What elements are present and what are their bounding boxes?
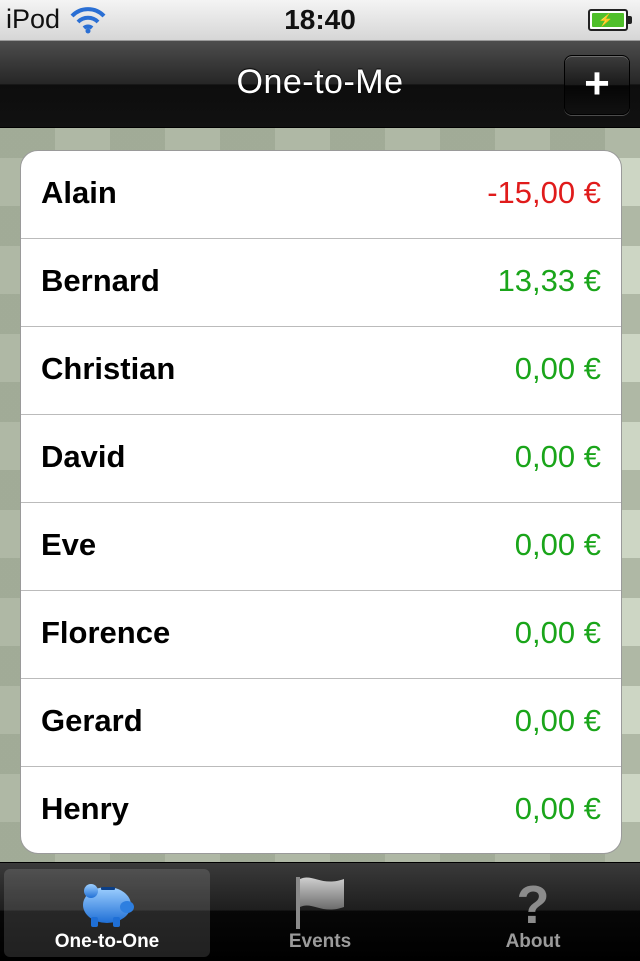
person-balance: 0,00 € xyxy=(514,351,601,386)
person-row[interactable]: Eve 0,00 € xyxy=(21,503,621,591)
add-button[interactable]: + xyxy=(564,55,630,115)
tab-bar: One-to-One Events ? About xyxy=(0,862,640,961)
tab-label: About xyxy=(505,931,561,952)
person-row[interactable]: Florence 0,00 € xyxy=(21,591,621,679)
person-balance: -15,00 € xyxy=(487,175,601,210)
person-name: Henry xyxy=(41,791,129,826)
person-name: Gerard xyxy=(41,703,143,738)
person-balance: 0,00 € xyxy=(514,439,601,474)
tab-label: One-to-One xyxy=(54,931,160,952)
status-time: 18:40 xyxy=(284,4,356,35)
person-row[interactable]: David 0,00 € xyxy=(21,415,621,503)
status-bar: iPod 18:40 ⚡ xyxy=(0,0,640,41)
person-balance: 13,33 € xyxy=(497,263,601,298)
person-row[interactable]: Bernard 13,33 € xyxy=(21,239,621,327)
person-name: Christian xyxy=(41,351,176,386)
content-area: Alain -15,00 € Bernard 13,33 € Christian 0,00… xyxy=(0,128,640,862)
tab-events[interactable]: Events xyxy=(217,869,423,957)
person-row[interactable]: Gerard 0,00 € xyxy=(21,679,621,767)
person-name: David xyxy=(41,439,126,474)
person-balance: 0,00 € xyxy=(514,527,601,562)
tab-label: Events xyxy=(288,931,352,952)
person-row[interactable]: Alain -15,00 € xyxy=(21,151,621,239)
flag-icon xyxy=(296,877,344,929)
page-title: One-to-Me xyxy=(236,63,404,101)
tab-one-to-one[interactable]: One-to-One xyxy=(4,869,210,957)
person-row[interactable]: Christian 0,00 € xyxy=(21,327,621,415)
svg-text:?: ? xyxy=(517,875,550,931)
tab-about[interactable]: ? About xyxy=(430,869,636,957)
person-name: Alain xyxy=(41,175,117,210)
navigation-bar: One-to-Me + xyxy=(0,41,640,128)
person-name: Bernard xyxy=(41,263,160,298)
person-row[interactable]: Henry 0,00 € xyxy=(21,767,621,853)
person-balance: 0,00 € xyxy=(514,791,601,826)
battery-charging-icon: ⚡ xyxy=(588,9,632,31)
person-balance: 0,00 € xyxy=(514,615,601,650)
piggy-bank-icon xyxy=(83,884,134,927)
person-balance: 0,00 € xyxy=(514,703,601,738)
person-name: Eve xyxy=(41,527,97,562)
people-table: Alain -15,00 € Bernard 13,33 € Christian 0,00… xyxy=(20,150,622,854)
person-name: Florence xyxy=(41,615,171,650)
question-mark-icon: ? xyxy=(517,875,550,931)
